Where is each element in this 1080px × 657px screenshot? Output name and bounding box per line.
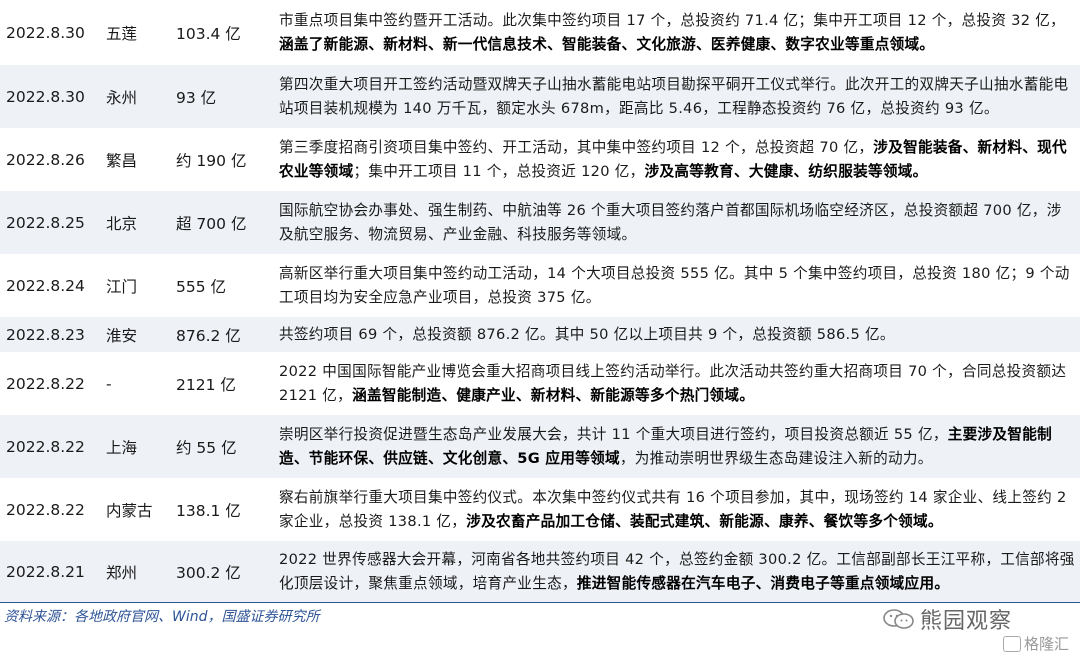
description-cell: 2022 中国国际智能产业博览会重大招商项目线上签约活动举行。此次活动共签约重大…	[275, 360, 1080, 408]
table-row: 2022.8.21 郑州 300.2 亿 2022 世界传感器大会开幕，河南省各…	[0, 541, 1080, 603]
city-cell: 淮安	[106, 326, 138, 345]
project-signing-table: 2022.8.30 五莲 103.4 亿 市重点项目集中签约暨开工活动。此次集中…	[0, 0, 1080, 603]
source-note: 资料来源：各地政府官网、Wind，国盛证券研究所	[4, 609, 320, 625]
table-row: 2022.8.22 内蒙古 138.1 亿 察右前旗举行重大项目集中签约仪式。本…	[0, 478, 1080, 541]
desc-text: 第四次重大项目开工签约活动暨双牌天子山抽水蓄能电站项目勘探平硐开工仪式举行。此次…	[279, 75, 1069, 117]
city-cell: 江门	[106, 277, 138, 296]
date-cell: 2022.8.22	[6, 374, 85, 393]
city-cell: 繁昌	[106, 151, 138, 170]
table-row: 2022.8.30 五莲 103.4 亿 市重点项目集中签约暨开工活动。此次集中…	[0, 0, 1080, 65]
amount-cell: 2121 亿	[176, 375, 236, 394]
amount-cell: 300.2 亿	[176, 564, 241, 582]
city-cell: 上海	[106, 438, 138, 457]
amount-cell: 138.1 亿	[176, 501, 241, 520]
date-cell: 2022.8.22	[6, 437, 85, 456]
desc-text: 共签约项目 69 个，总投资额 876.2 亿。其中 50 亿以上项目共 9 个…	[279, 325, 895, 343]
desc-text: 高新区举行重大项目集中签约动工活动，14 个大项目总投资 555 亿。其中 5 …	[279, 264, 1070, 306]
table-row: 2022.8.23 淮安 876.2 亿 共签约项目 69 个，总投资额 876…	[0, 317, 1080, 352]
gelonghui-logo-icon	[1003, 635, 1021, 652]
desc-emphasis: 涵盖智能制造、健康产业、新材料、新能源等多个热门领域。	[352, 386, 755, 404]
table-row: 2022.8.25 北京 超 700 亿 国际航空协会办事处、强生制药、中航油等…	[0, 191, 1080, 254]
city-cell: 北京	[106, 214, 138, 233]
description-cell: 高新区举行重大项目集中签约动工活动，14 个大项目总投资 555 亿。其中 5 …	[275, 262, 1080, 310]
desc-emphasis: 推进智能传感器在汽车电子、消费电子等重点领域应用。	[576, 575, 950, 592]
amount-cell: 93 亿	[176, 88, 217, 107]
desc-text: 市重点项目集中签约暨开工活动。此次集中签约项目 17 个，总投资约 71.4 亿…	[279, 11, 1066, 29]
wechat-watermark: 熊园观察	[882, 603, 1012, 635]
desc-text: ，为推动崇明世界级生态岛建设注入新的动力。	[619, 449, 933, 467]
description-cell: 察右前旗举行重大项目集中签约仪式。本次集中签约仪式共有 16 个项目参加，其中，…	[275, 486, 1080, 534]
city-cell: 五莲	[106, 24, 138, 43]
description-cell: 崇明区举行投资促进暨生态岛产业发展大会，共计 11 个重大项目进行签约，项目投资…	[275, 423, 1080, 471]
desc-text: 崇明区举行投资促进暨生态岛产业发展大会，共计 11 个重大项目进行签约，项目投资…	[279, 425, 948, 443]
description-cell: 第四次重大项目开工签约活动暨双牌天子山抽水蓄能电站项目勘探平硐开工仪式举行。此次…	[275, 73, 1080, 121]
date-cell: 2022.8.22	[6, 500, 85, 519]
date-cell: 2022.8.23	[6, 325, 85, 344]
amount-cell: 555 亿	[176, 277, 227, 296]
description-cell: 市重点项目集中签约暨开工活动。此次集中签约项目 17 个，总投资约 71.4 亿…	[275, 9, 1080, 57]
amount-cell: 876.2 亿	[176, 326, 241, 345]
description-cell: 国际航空协会办事处、强生制药、中航油等 26 个重大项目签约落户首都国际机场临空…	[275, 199, 1080, 247]
wechat-icon	[883, 609, 914, 629]
platform-name: 格隆汇	[1024, 635, 1070, 653]
description-cell: 共签约项目 69 个，总投资额 876.2 亿。其中 50 亿以上项目共 9 个…	[275, 323, 1080, 347]
desc-text: 国际航空协会办事处、强生制药、中航油等 26 个重大项目签约落户首都国际机场临空…	[279, 201, 1062, 243]
description-cell: 2022 世界传感器大会开幕，河南省各地共签约项目 42 个，总签约金额 300…	[275, 548, 1080, 596]
description-cell: 第三季度招商引资项目集中签约、开工活动，其中集中签约项目 12 个，总投资超 7…	[275, 136, 1080, 184]
city-cell: 内蒙古	[106, 501, 153, 520]
date-cell: 2022.8.24	[6, 276, 85, 295]
amount-cell: 103.4 亿	[176, 24, 241, 43]
amount-cell: 约 190 亿	[176, 151, 247, 170]
table-row: 2022.8.24 江门 555 亿 高新区举行重大项目集中签约动工活动，14 …	[0, 254, 1080, 317]
amount-cell: 约 55 亿	[176, 438, 237, 457]
desc-text: 第三季度招商引资项目集中签约、开工活动，其中集中签约项目 12 个，总投资超 7…	[279, 138, 874, 156]
desc-emphasis: 涵盖了新能源、新材料、新一代信息技术、智能装备、文化旅游、医养健康、数字农业等重…	[279, 35, 935, 53]
date-cell: 2022.8.25	[6, 213, 85, 232]
date-cell: 2022.8.30	[6, 87, 85, 106]
desc-text: ；集中开工项目 11 个，总投资近 120 亿，	[353, 162, 645, 180]
desc-emphasis: 涉及农畜产品加工仓储、装配式建筑、新能源、康养、餐饮等多个领域。	[466, 512, 943, 530]
desc-emphasis: 涉及高等教育、大健康、纺织服装等领域。	[644, 162, 928, 180]
city-cell: -	[106, 374, 112, 393]
city-cell: 郑州	[106, 564, 138, 582]
table-row: 2022.8.26 繁昌 约 190 亿 第三季度招商引资项目集中签约、开工活动…	[0, 128, 1080, 191]
wechat-account-name: 熊园观察	[920, 609, 1013, 634]
table-row: 2022.8.22 - 2121 亿 2022 中国国际智能产业博览会重大招商项…	[0, 352, 1080, 415]
date-cell: 2022.8.26	[6, 150, 85, 169]
table-row: 2022.8.22 上海 约 55 亿 崇明区举行投资促进暨生态岛产业发展大会，…	[0, 415, 1080, 478]
amount-cell: 超 700 亿	[176, 214, 247, 233]
city-cell: 永州	[106, 88, 138, 107]
date-cell: 2022.8.30	[6, 23, 85, 42]
date-cell: 2022.8.21	[6, 563, 85, 581]
table-row: 2022.8.30 永州 93 亿 第四次重大项目开工签约活动暨双牌天子山抽水蓄…	[0, 65, 1080, 128]
platform-watermark: 格隆汇	[1003, 633, 1069, 654]
